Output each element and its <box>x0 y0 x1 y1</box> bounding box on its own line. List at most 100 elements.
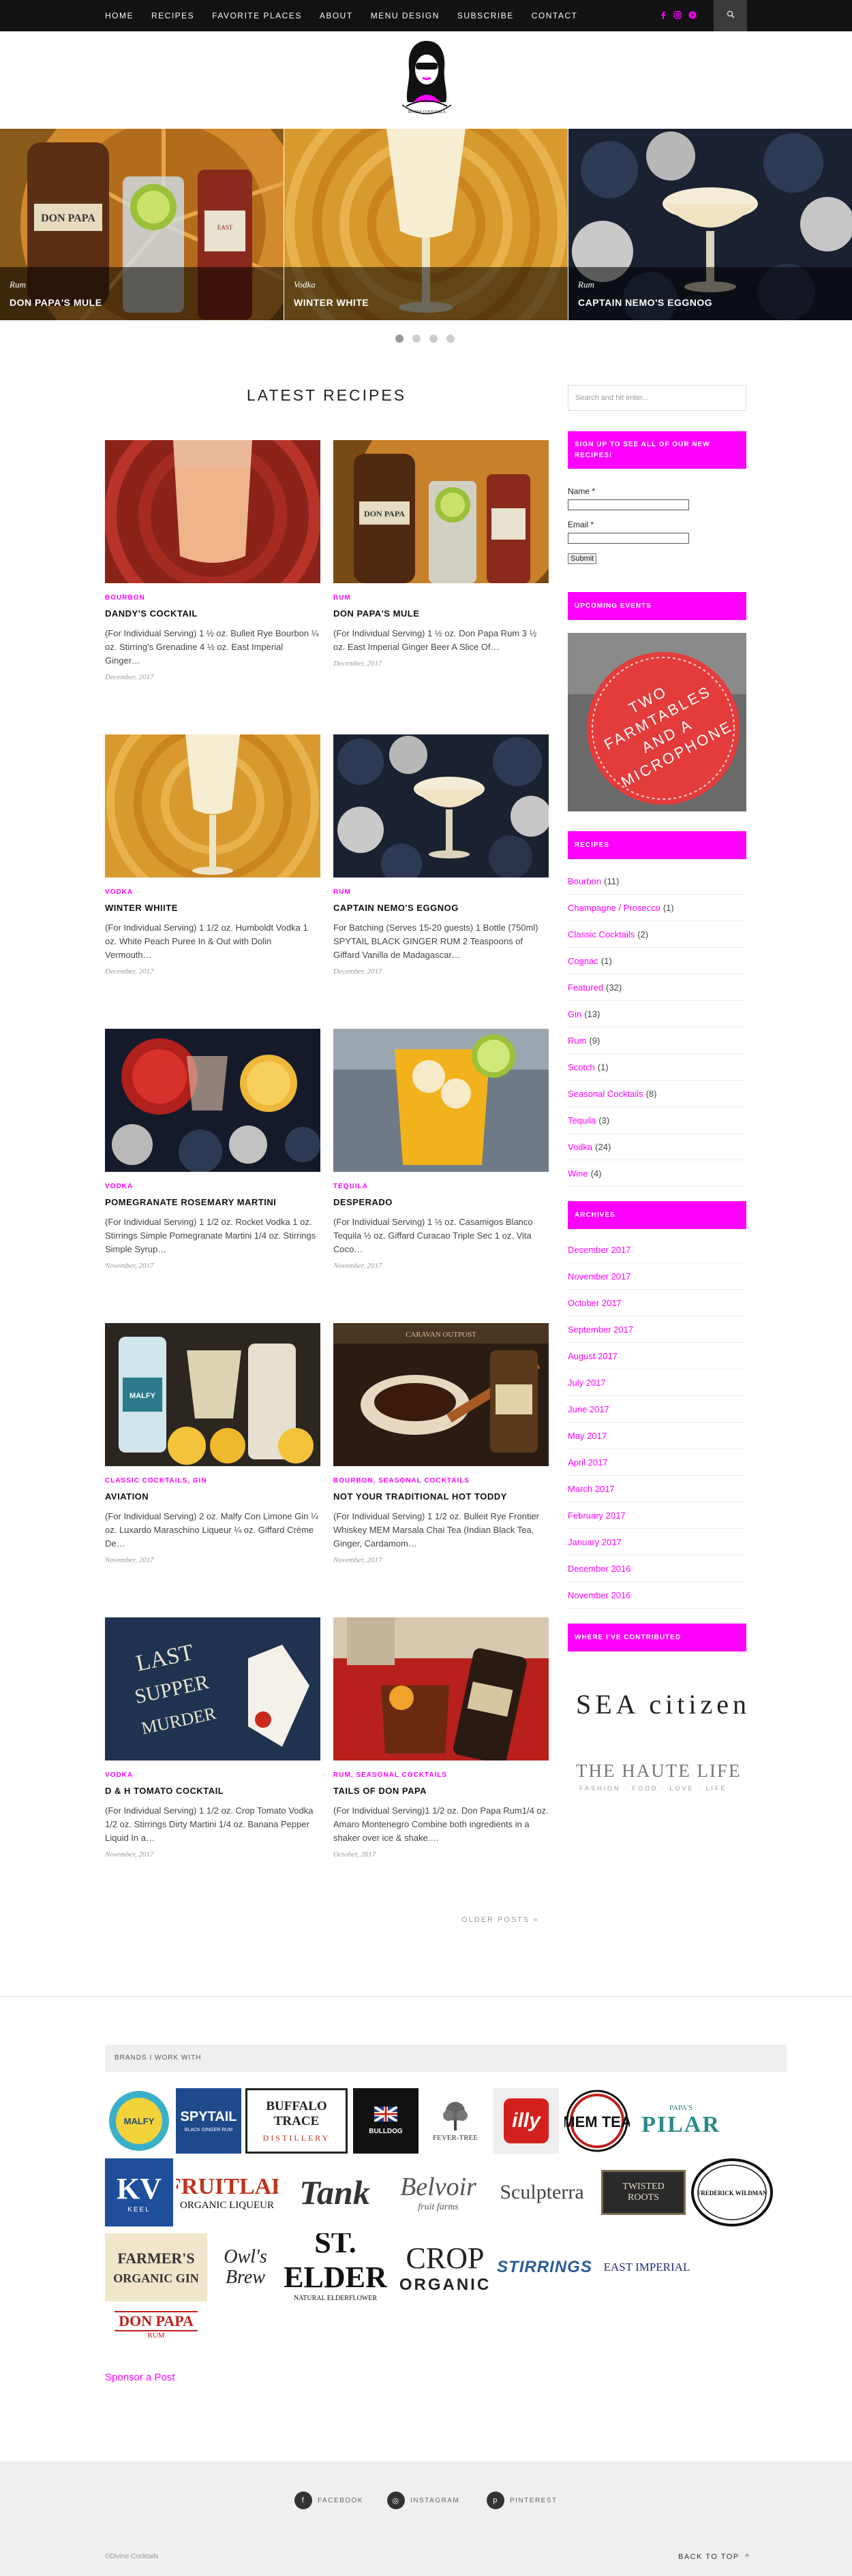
category-item[interactable]: Featured (32) <box>568 974 746 1001</box>
brand-logo-papas-pilar[interactable]: PAPA'S PILAR <box>635 2088 727 2154</box>
post-category[interactable]: RUM <box>333 888 549 896</box>
category-item[interactable]: Wine (4) <box>568 1160 746 1187</box>
slide-captain-nemos-eggnog[interactable]: Rum CAPTAIN NEMO'S EGGNOG <box>568 129 852 320</box>
category-item[interactable]: Bourbon (11) <box>568 868 746 895</box>
sponsor-a-post-link[interactable]: Sponsor a Post <box>105 2372 175 2383</box>
post-title[interactable]: D & H TOMATO COCKTAIL <box>105 1786 320 1796</box>
archive-item[interactable]: January 2017 <box>568 1529 746 1555</box>
post-title[interactable]: DANDY'S COCKTAIL <box>105 608 320 619</box>
brand-logo-fruitlab[interactable]: FRUITLABORGANIC LIQUEUR <box>176 2158 278 2226</box>
brand-logo-spytail[interactable]: SPYTAIL BLACK GINGER RUM <box>176 2088 241 2154</box>
haute-life-logo[interactable]: THE HAUTE LIFE <box>576 1760 741 1782</box>
older-posts-link[interactable]: OLDER POSTS » <box>461 1916 538 1924</box>
archive-item[interactable]: April 2017 <box>568 1449 746 1476</box>
footer-facebook-link[interactable]: f FACEBOOK <box>294 2492 363 2509</box>
category-item[interactable]: Rum (9) <box>568 1027 746 1054</box>
slide-title[interactable]: CAPTAIN NEMO'S EGGNOG <box>578 297 712 308</box>
archive-item[interactable]: October 2017 <box>568 1290 746 1316</box>
archive-item[interactable]: November 2016 <box>568 1582 746 1609</box>
nav-home[interactable]: HOME <box>105 11 134 20</box>
post-title[interactable]: AVIATION <box>105 1491 320 1502</box>
post-category[interactable]: CLASSIC COCKTAILS, GIN <box>105 1477 320 1485</box>
brand-logo-farmers-gin[interactable]: FARMER'S ORGANIC GIN <box>105 2233 207 2301</box>
archive-item[interactable]: February 2017 <box>568 1502 746 1529</box>
nav-recipes[interactable]: RECIPES <box>151 11 194 20</box>
pinterest-icon[interactable] <box>688 11 697 21</box>
archive-item[interactable]: March 2017 <box>568 1476 746 1502</box>
post-title[interactable]: POMEGRANATE ROSEMARY MARTINI <box>105 1197 320 1207</box>
brand-logo-belvoir[interactable]: Belvoir fruit farms <box>387 2158 489 2226</box>
brand-logo-twisted-roots[interactable]: TWISTED ROOTS <box>601 2170 686 2215</box>
slider-dot-1[interactable] <box>395 335 404 343</box>
post-title[interactable]: DON PAPA'S MULE <box>333 608 549 619</box>
slide-title[interactable]: WINTER WHITE <box>294 297 369 308</box>
back-to-top-link[interactable]: BACK TO TOP ^ <box>678 2553 750 2561</box>
nav-favorite-places[interactable]: FAVORITE PLACES <box>212 11 302 20</box>
post-category[interactable]: TEQUILA <box>333 1183 549 1190</box>
post-category[interactable]: BOURBON <box>105 594 320 602</box>
post-category[interactable]: RUM <box>333 594 549 602</box>
post-title[interactable]: NOT YOUR TRADITIONAL HOT TODDY <box>333 1491 549 1502</box>
post-title[interactable]: CAPTAIN NEMO'S EGGNOG <box>333 903 549 913</box>
post-thumbnail[interactable] <box>333 734 549 878</box>
archive-item[interactable]: August 2017 <box>568 1343 746 1369</box>
post-thumbnail[interactable] <box>105 440 320 583</box>
category-item[interactable]: Scotch (1) <box>568 1054 746 1081</box>
brand-logo-st-elder[interactable]: ST. ELDERNATURAL ELDERFLOWER LIQUEUR <box>281 2233 390 2301</box>
category-item[interactable]: Vodka (24) <box>568 1134 746 1160</box>
brand-logo-malfy[interactable]: MALFY <box>105 2088 173 2154</box>
sidebar-search-input[interactable]: Search and hit enter... <box>568 385 746 411</box>
category-item[interactable]: Tequila (3) <box>568 1107 746 1134</box>
brand-logo-mem-tea[interactable]: MEM TEA <box>563 2088 631 2154</box>
brand-logo-tank[interactable]: Tank <box>284 2158 386 2226</box>
brand-logo-frederick-wildman[interactable]: FREDERICK WILDMAN <box>690 2156 774 2229</box>
instagram-icon[interactable] <box>673 10 682 21</box>
name-field[interactable] <box>568 499 689 510</box>
brand-logo-don-papa[interactable]: DON PAPA RUM <box>105 2307 207 2344</box>
post-title[interactable]: TAILS OF DON PAPA <box>333 1786 549 1796</box>
post-category[interactable]: RUM, SEASONAL COCKTAILS <box>333 1771 549 1779</box>
post-thumbnail[interactable] <box>333 1617 549 1760</box>
brand-logo-owls-brew[interactable]: Owl's Brew <box>213 2233 278 2301</box>
brand-logo-keel[interactable]: KV KEEL <box>105 2158 173 2226</box>
nav-contact[interactable]: CONTACT <box>532 11 578 20</box>
email-field[interactable] <box>568 533 689 544</box>
post-thumbnail[interactable] <box>333 1029 549 1172</box>
slide-winter-white[interactable]: Vodka WINTER WHITE <box>284 129 568 320</box>
post-thumbnail[interactable] <box>105 1029 320 1172</box>
brand-logo-east-imperial[interactable]: EAST IMPERIAL <box>603 2233 691 2301</box>
category-item[interactable]: Champagne / Prosecco (1) <box>568 895 746 921</box>
brand-logo-bulldog[interactable]: BULLDOG <box>353 2088 419 2154</box>
brand-logo-stirrings[interactable]: STIRRINGS <box>487 2233 603 2301</box>
category-item[interactable]: Cognac (1) <box>568 948 746 974</box>
post-thumbnail[interactable]: MALFY <box>105 1323 320 1466</box>
post-thumbnail[interactable]: CARAVAN OUTPOST <box>333 1323 549 1466</box>
brand-logo-sculpterra[interactable]: Sculpterra <box>491 2158 593 2226</box>
post-category[interactable]: VODKA <box>105 888 320 896</box>
archive-item[interactable]: December 2016 <box>568 1555 746 1582</box>
slide-don-papas-mule[interactable]: DON PAPA EAST Rum DON PAPA'S MULE <box>0 129 284 320</box>
nav-subscribe[interactable]: SUBSCRIBE <box>457 11 514 20</box>
post-category[interactable]: VODKA <box>105 1771 320 1779</box>
slide-title[interactable]: DON PAPA'S MULE <box>10 297 102 308</box>
submit-button[interactable]: Submit <box>568 553 597 564</box>
footer-pinterest-link[interactable]: p PINTEREST <box>487 2492 558 2509</box>
post-category[interactable]: VODKA <box>105 1183 320 1190</box>
slider-dot-2[interactable] <box>412 335 421 343</box>
site-logo[interactable]: DIVINE COCKTAILS <box>393 34 461 123</box>
brand-logo-illy[interactable]: illy <box>493 2088 559 2154</box>
archive-item[interactable]: June 2017 <box>568 1396 746 1423</box>
category-item[interactable]: Gin (13) <box>568 1001 746 1027</box>
archive-item[interactable]: December 2017 <box>568 1237 746 1263</box>
category-item[interactable]: Seasonal Cocktails (8) <box>568 1081 746 1107</box>
nav-menu-design[interactable]: MENU DESIGN <box>371 11 440 20</box>
nav-search-button[interactable] <box>714 0 747 31</box>
brand-logo-crop-organic[interactable]: CROP ORGANIC <box>394 2233 496 2301</box>
post-thumbnail[interactable] <box>105 734 320 878</box>
post-category[interactable]: BOURBON, SEASONAL COCKTAILS <box>333 1477 549 1485</box>
brand-logo-buffalo-trace[interactable]: BUFFALO TRACE DISTILLERY <box>245 2088 348 2154</box>
archive-item[interactable]: July 2017 <box>568 1369 746 1396</box>
post-thumbnail[interactable]: LAST SUPPER MURDER <box>105 1617 320 1760</box>
archive-item[interactable]: September 2017 <box>568 1316 746 1343</box>
post-thumbnail[interactable]: DON PAPA <box>333 440 549 583</box>
